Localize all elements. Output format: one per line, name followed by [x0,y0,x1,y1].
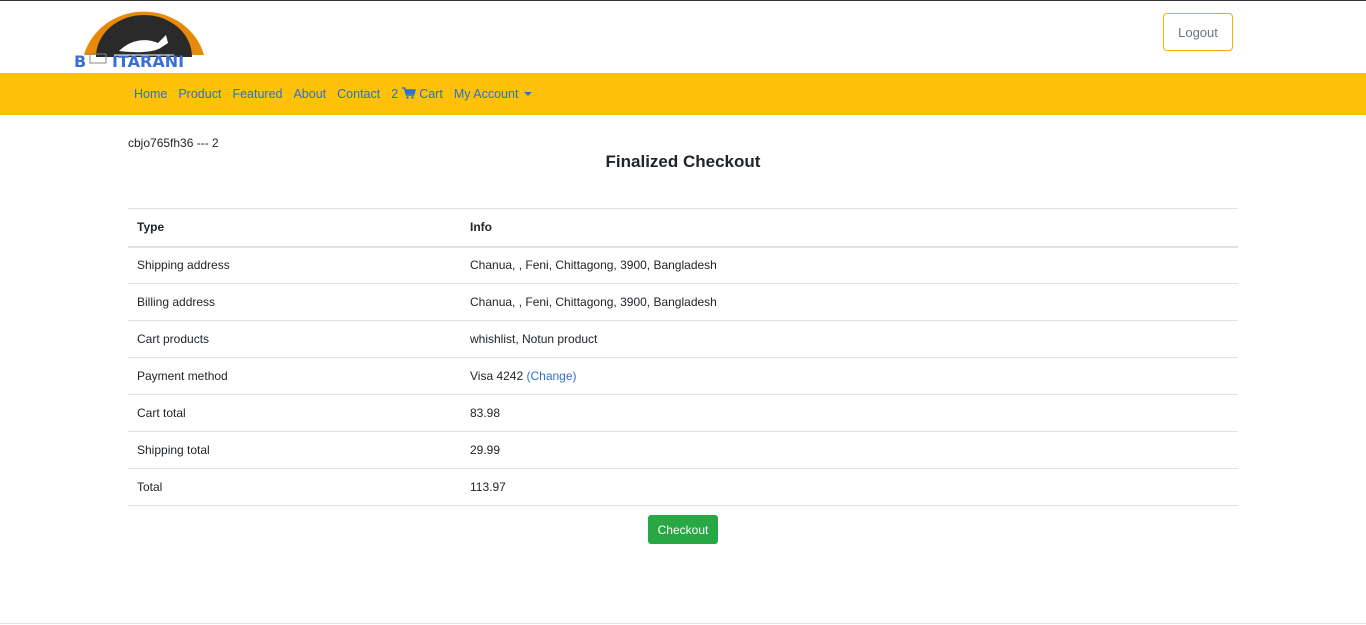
nav-item-home[interactable]: Home [134,87,167,101]
table-row: Total 113.97 [128,468,1238,506]
row-type: Cart total [128,394,461,432]
svg-text:B: B [74,52,86,69]
nav-item-cart[interactable]: 2 Cart [391,86,443,102]
footer-divider [0,623,1366,624]
nav-item-about[interactable]: About [293,87,326,101]
session-code: cbjo765fh36 --- 2 [128,136,219,150]
logout-button[interactable]: Logout [1163,13,1233,51]
nav-item-featured[interactable]: Featured [232,87,282,101]
column-header-info: Info [461,208,1238,248]
nav-item-contact[interactable]: Contact [337,87,380,101]
cart-label: Cart [419,87,443,101]
main-navbar: Home Product Featured About Contact 2 Ca… [0,73,1366,115]
nav-links: Home Product Featured About Contact 2 Ca… [134,73,543,115]
logo-icon: serve fast B ITARANI [74,11,204,69]
site-header: serve fast B ITARANI Logout [0,1,1366,73]
svg-text:serve fast: serve fast [122,16,165,26]
row-info: 113.97 [461,468,1238,506]
row-type: Shipping address [128,246,461,284]
row-type: Billing address [128,283,461,321]
table-header-row: Type Info [128,208,1238,248]
change-payment-link[interactable]: (Change) [527,369,577,383]
table-row: Shipping address Chanua, , Feni, Chittag… [128,246,1238,284]
checkout-button[interactable]: Checkout [648,515,718,544]
row-info: whishlist, Notun product [461,320,1238,358]
row-type: Total [128,468,461,506]
row-type: Cart products [128,320,461,358]
row-info: Visa 4242 (Change) [461,357,1238,395]
column-header-type: Type [128,208,461,248]
table-row: Payment method Visa 4242 (Change) [128,357,1238,395]
payment-method-value: Visa 4242 [470,369,524,383]
checkout-summary-table: Type Info Shipping address Chanua, , Fen… [128,208,1238,506]
nav-item-my-account[interactable]: My Account [454,87,533,101]
nav-item-product[interactable]: Product [178,87,221,101]
row-info: Chanua, , Feni, Chittagong, 3900, Bangla… [461,283,1238,321]
page-title: Finalized Checkout [605,152,761,171]
row-info: 29.99 [461,431,1238,469]
row-info: 83.98 [461,394,1238,432]
shopping-cart-icon [402,86,417,102]
caret-down-icon [524,92,533,96]
site-logo[interactable]: serve fast B ITARANI [74,7,224,69]
my-account-label: My Account [453,87,519,101]
table-row: Cart total 83.98 [128,394,1238,432]
table-row: Shipping total 29.99 [128,431,1238,469]
table-row: Cart products whishlist, Notun product [128,320,1238,358]
row-type: Payment method [128,357,461,395]
cart-count: 2 [391,87,399,101]
svg-text:ITARANI: ITARANI [112,52,184,69]
row-type: Shipping total [128,431,461,469]
row-info: Chanua, , Feni, Chittagong, 3900, Bangla… [461,246,1238,284]
table-row: Billing address Chanua, , Feni, Chittago… [128,283,1238,321]
